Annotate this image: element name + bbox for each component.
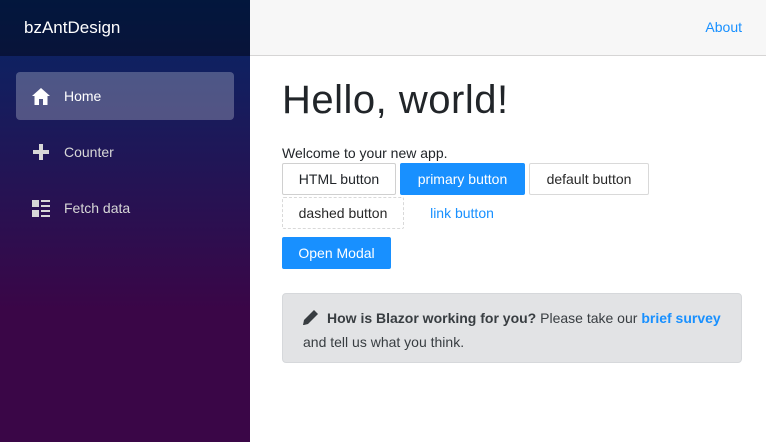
list-rich-icon (30, 197, 52, 219)
sidebar: bzAntDesign Home Counter Fetch data (0, 0, 250, 442)
survey-prompt: How is Blazor working for you? Please ta… (282, 293, 742, 363)
default-button[interactable]: default button (529, 163, 649, 195)
sidebar-item-label: Fetch data (64, 200, 131, 216)
survey-suffix: and tell us what you think. (303, 334, 465, 350)
primary-button[interactable]: primary button (400, 163, 525, 195)
survey-question: How is Blazor working for you? (327, 310, 537, 326)
sidebar-item-home[interactable]: Home (16, 72, 234, 120)
main-content: Hello, world! Welcome to your new app. H… (282, 56, 742, 363)
nav-menu: Home Counter Fetch data (0, 56, 250, 232)
top-row: About (250, 0, 766, 56)
html-button[interactable]: HTML button (282, 163, 396, 195)
survey-link[interactable]: brief survey (641, 310, 720, 326)
about-link[interactable]: About (705, 19, 742, 35)
pencil-icon (303, 309, 318, 331)
link-button[interactable]: link button (408, 197, 516, 229)
home-icon (30, 85, 52, 107)
brand-bar: bzAntDesign (0, 0, 250, 56)
dashed-button[interactable]: dashed button (282, 197, 404, 229)
page-title: Hello, world! (282, 78, 509, 122)
welcome-text: Welcome to your new app. (282, 145, 448, 161)
sidebar-item-counter[interactable]: Counter (16, 128, 234, 176)
button-row-2: dashed button link button (282, 197, 742, 229)
survey-prefix: Please take our (540, 310, 638, 326)
plus-icon (30, 141, 52, 163)
sidebar-item-fetch-data[interactable]: Fetch data (16, 184, 234, 232)
sidebar-item-label: Counter (64, 144, 114, 160)
brand-link[interactable]: bzAntDesign (24, 18, 120, 38)
button-row-1: HTML button primary button default butto… (282, 163, 742, 195)
sidebar-item-label: Home (64, 88, 102, 104)
open-modal-button[interactable]: Open Modal (282, 237, 391, 269)
